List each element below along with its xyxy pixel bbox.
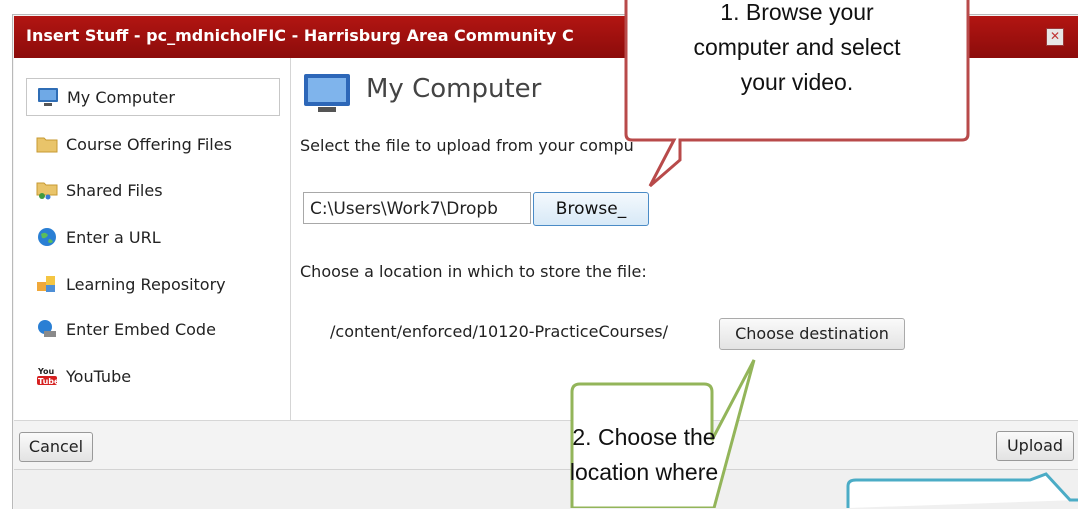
callout-one-line: your video. [740,69,854,95]
callout-one-line: computer and select [693,34,901,60]
callout-three-bubble [846,472,1078,508]
callout-two-line: 2. Choose the [572,424,716,450]
callout-one-line: 1. Browse your [720,0,874,25]
callout-two-line: location where [569,459,719,485]
callout-one-text: 1. Browse your computer and select your … [630,0,964,100]
callout-two-text: 2. Choose the location where [570,420,718,490]
